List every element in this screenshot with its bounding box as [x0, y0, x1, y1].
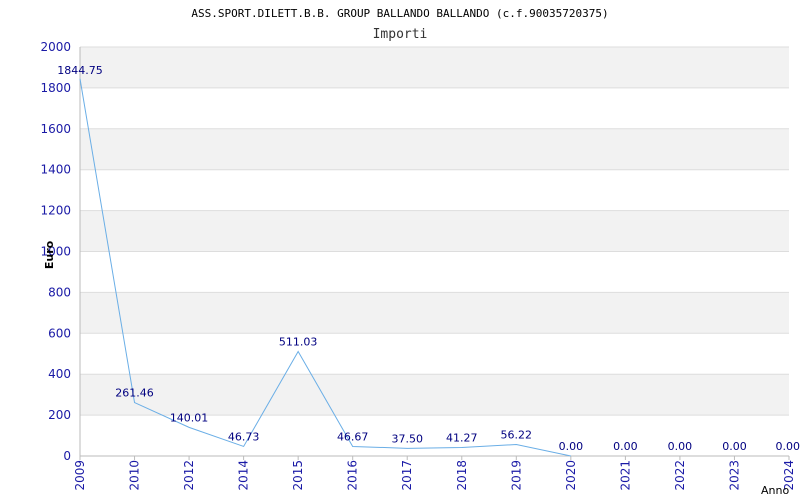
x-tick-label: 2010 [128, 460, 142, 491]
x-tick-label: 2019 [509, 460, 523, 491]
y-tick-label: 600 [48, 326, 71, 340]
y-tick-label: 1200 [40, 204, 71, 218]
y-tick-label: 1400 [40, 163, 71, 177]
plot-band [80, 210, 789, 252]
x-tick-label: 2017 [400, 460, 414, 491]
data-label: 46.67 [337, 430, 369, 443]
data-label: 41.27 [446, 432, 478, 445]
x-axis-ticks: 2009 2010 2012 2014 2015 2016 2017 2018 2019 2020… [73, 460, 796, 491]
plot-band [80, 128, 789, 170]
plot-band [80, 47, 789, 88]
x-tick-label: 2023 [727, 460, 741, 491]
plot-band [80, 292, 789, 334]
data-label: 0.00 [722, 440, 747, 453]
data-label: 37.50 [391, 432, 423, 445]
plot-bands [80, 47, 789, 416]
chart-title: ASS.SPORT.DILETT.B.B. GROUP BALLANDO BAL… [191, 7, 608, 20]
x-axis-title: Anno [761, 484, 789, 497]
y-tick-label: 1600 [40, 122, 71, 136]
data-label: 56.22 [501, 429, 533, 442]
y-tick-label: 800 [48, 285, 71, 299]
data-label: 140.01 [170, 411, 209, 424]
data-label: 511.03 [279, 335, 318, 348]
y-tick-label: 2000 [40, 40, 71, 54]
importi-line-chart: ASS.SPORT.DILETT.B.B. GROUP BALLANDO BAL… [40, 7, 800, 497]
data-label: 0.00 [776, 440, 800, 453]
data-label: 1844.75 [57, 64, 103, 77]
x-tick-label: 2021 [618, 460, 632, 491]
y-tick-label: 0 [63, 449, 71, 463]
x-tick-label: 2015 [291, 460, 305, 491]
data-label: 261.46 [115, 387, 154, 400]
y-tick-label: 200 [48, 408, 71, 422]
data-label: 0.00 [613, 440, 638, 453]
x-tick-label: 2018 [455, 460, 469, 491]
data-label: 0.00 [668, 440, 693, 453]
x-tick-label: 2012 [182, 460, 196, 491]
x-tick-label: 2022 [673, 460, 687, 491]
y-tick-label: 400 [48, 367, 71, 381]
plot-band [80, 374, 789, 416]
data-label: 46.73 [228, 430, 260, 443]
x-tick-label: 2020 [564, 460, 578, 491]
data-label: 0.00 [559, 440, 584, 453]
x-tick-label: 2016 [346, 460, 360, 491]
chart-subtitle: Importi [373, 27, 428, 42]
y-axis-title: Euro [43, 240, 56, 269]
x-tick-label: 2014 [237, 460, 251, 491]
x-tick-label: 2009 [73, 460, 87, 491]
y-tick-label: 1800 [40, 81, 71, 95]
